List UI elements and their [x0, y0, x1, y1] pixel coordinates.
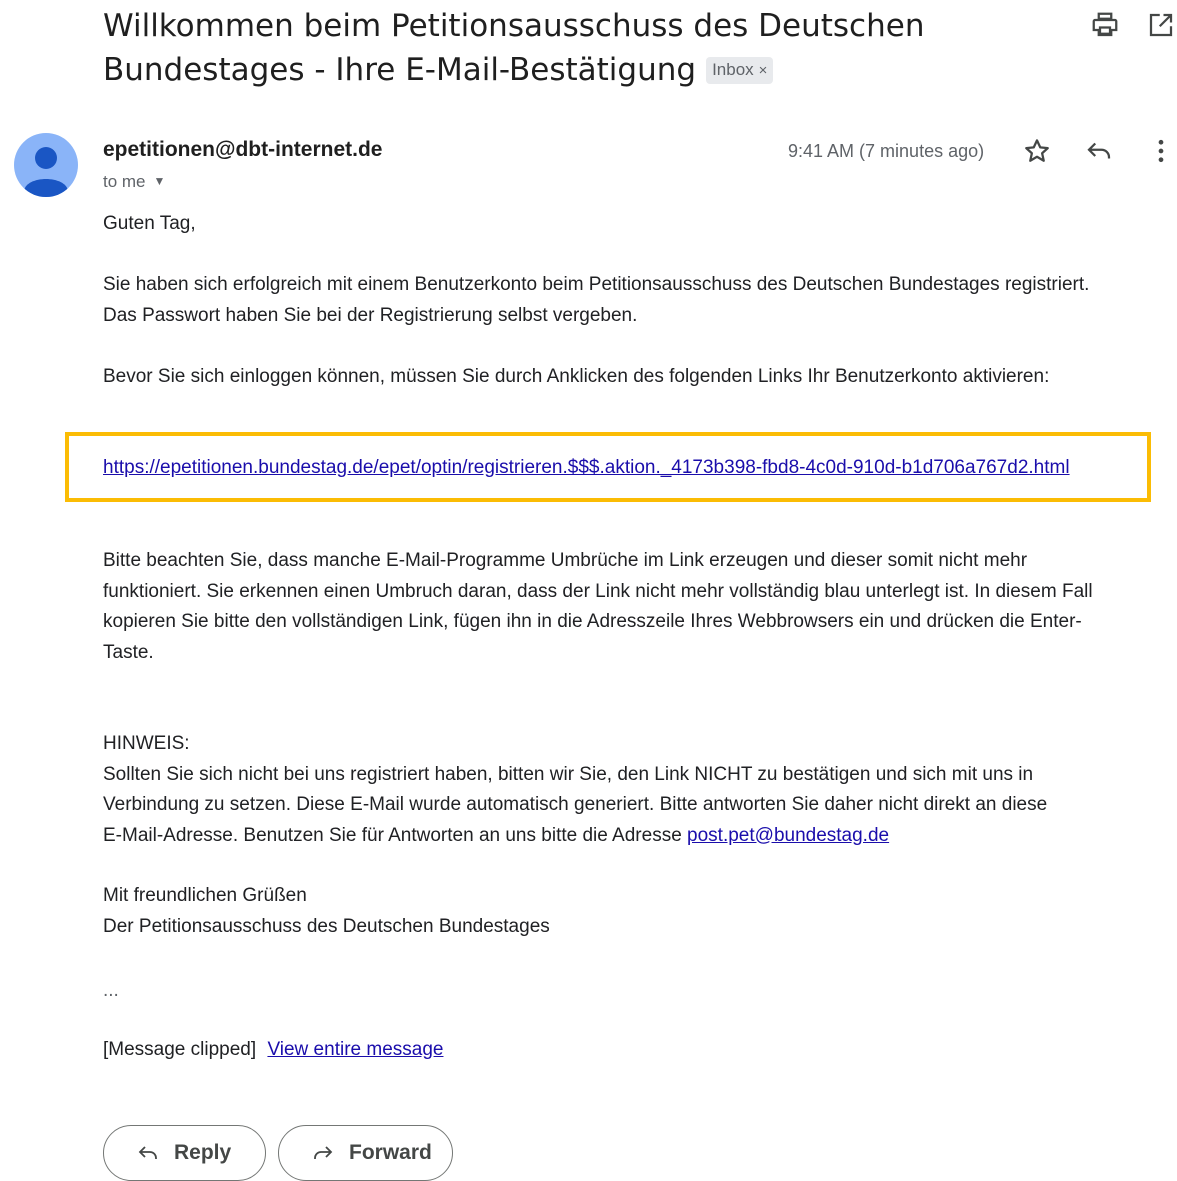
print-icon[interactable] [1090, 10, 1120, 40]
reply-button[interactable]: Reply [103, 1125, 266, 1181]
recipient-toggle[interactable]: to me ▼ [103, 172, 165, 192]
reply-button-label: Reply [174, 1141, 232, 1164]
sender-address[interactable]: epetitionen@dbt-internet.de [103, 138, 382, 162]
view-entire-message-link[interactable]: View entire message [267, 1039, 443, 1060]
inbox-label-text: Inbox [712, 60, 754, 79]
activation-link-container: https://epetitionen.bundestag.de/epet/op… [103, 453, 1173, 484]
paragraph-notice: HINWEIS: Sollten Sie sich nicht bei uns … [103, 729, 1173, 851]
clipped-text: [Message clipped] [103, 1039, 257, 1060]
closing-text: Mit freundlichen Grüßen [103, 885, 307, 906]
person-icon [24, 147, 68, 197]
forward-icon [314, 1146, 333, 1159]
email-subject: Willkommen beim Petitionsausschuss des D… [103, 4, 963, 92]
email-timestamp: 9:41 AM (7 minutes ago) [788, 141, 985, 161]
forward-button[interactable]: Forward [278, 1125, 453, 1181]
activation-link[interactable]: https://epetitionen.bundestag.de/epet/op… [103, 457, 1070, 478]
sender-avatar[interactable] [14, 133, 78, 197]
paragraph-line: E-Mail-Adresse. Benutzen Sie für Antwort… [103, 821, 1173, 852]
paragraph-line: Das Passwort haben Sie bei der Registrie… [103, 304, 638, 326]
inbox-label-chip[interactable]: Inbox × [706, 57, 774, 84]
open-in-new-window-icon[interactable] [1146, 10, 1176, 40]
trimmed-content-ellipsis[interactable]: ... [103, 976, 1173, 1007]
reply-icon[interactable] [1084, 136, 1114, 166]
paragraph-line: kopieren Sie bitte den vollständigen Lin… [103, 611, 1082, 632]
star-icon[interactable] [1022, 136, 1052, 166]
closing-block: Mit freundlichen Grüßen Der Petitionsaus… [103, 881, 1173, 942]
more-options-icon[interactable] [1146, 136, 1176, 166]
contact-email-link[interactable]: post.pet@bundestag.de [687, 825, 889, 846]
forward-button-label: Forward [349, 1141, 432, 1164]
paragraph-line: funktioniert. Sie erkennen einen Umbruch… [103, 580, 1093, 602]
notice-heading: HINWEIS: [103, 733, 190, 754]
paragraph-activation: Bevor Sie sich einloggen können, müssen … [103, 366, 1050, 387]
greeting: Guten Tag, [103, 213, 196, 234]
paragraph-line: Sollten Sie sich nicht bei uns registrie… [103, 763, 1034, 785]
paragraph-line: Bitte beachten Sie, dass manche E-Mail-P… [103, 550, 1028, 571]
paragraph-line: Sie haben sich erfolgreich mit einem Ben… [103, 274, 1090, 295]
paragraph-line-break-note: Bitte beachten Sie, dass manche E-Mail-P… [103, 546, 1173, 668]
paragraph-line: Taste. [103, 641, 154, 663]
subject-text: Willkommen beim Petitionsausschuss des D… [103, 8, 925, 88]
signature-text: Der Petitionsausschuss des Deutschen Bun… [103, 915, 550, 937]
recipient-text: to me [103, 172, 146, 191]
remove-label-icon[interactable]: × [759, 62, 768, 79]
chevron-down-icon[interactable]: ▼ [154, 174, 166, 188]
reply-icon [138, 1146, 157, 1159]
paragraph-line: Verbindung zu setzen. Diese E-Mail wurde… [103, 794, 1048, 815]
paragraph-line-text: E-Mail-Adresse. Benutzen Sie für Antwort… [103, 824, 682, 846]
clipped-message-notice: [Message clipped] View entire message [103, 1035, 1173, 1066]
paragraph-registration: Sie haben sich erfolgreich mit einem Ben… [103, 270, 1173, 331]
